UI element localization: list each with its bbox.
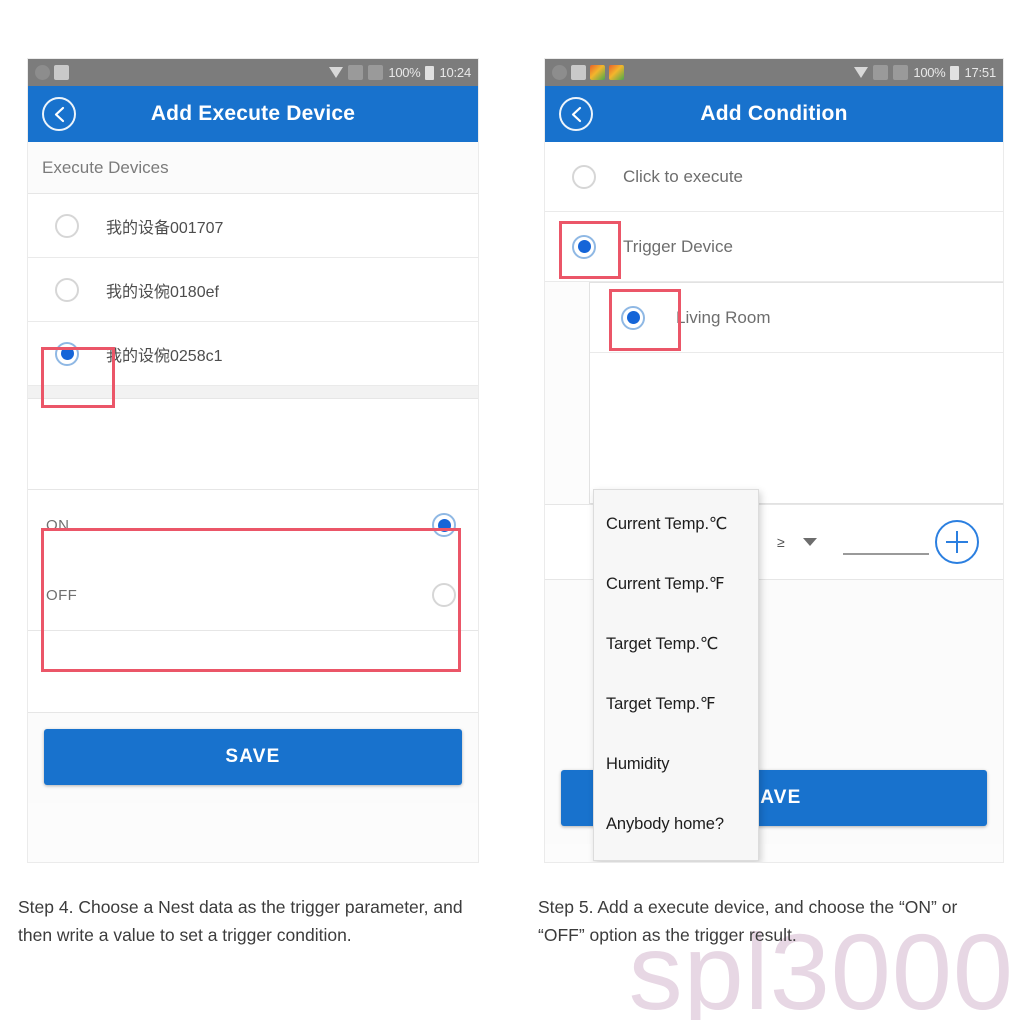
sd-card-icon	[348, 65, 364, 80]
operator-label: ≥	[777, 534, 785, 550]
parameter-dropdown-menu[interactable]: Current Temp.℃ Current Temp.℉ Target Tem…	[593, 489, 759, 861]
battery-icon	[425, 65, 435, 80]
radio-button-unselected[interactable]	[55, 213, 79, 238]
chevron-down-icon[interactable]	[802, 538, 817, 546]
right-status-bar: 100% 17:51	[545, 59, 1003, 86]
left-save-area: SAVE	[28, 713, 478, 803]
status-left-icons	[552, 65, 624, 80]
left-status-bar: 100% 10:24	[28, 59, 478, 86]
battery-percent-label: 100%	[913, 65, 946, 80]
condition-label: Trigger Device	[623, 236, 733, 256]
condition-label: Click to execute	[623, 166, 743, 186]
blank-card-top	[28, 398, 478, 490]
room-radio-wrap[interactable]	[590, 305, 676, 330]
condition-radio-wrap[interactable]	[545, 164, 623, 189]
device-list-item-selected[interactable]: 我的设倇0258c1	[28, 322, 478, 386]
blank-card-bottom	[28, 631, 478, 713]
state-option-label: OFF	[46, 586, 78, 604]
clock-label: 17:51	[964, 65, 996, 80]
rooms-empty-area	[590, 353, 1003, 503]
page-title: Add Condition	[700, 102, 848, 125]
radio-button-unselected[interactable]	[572, 164, 596, 189]
signal-icon	[368, 65, 384, 80]
status-left-icons	[35, 65, 69, 80]
radio-button-selected[interactable]	[55, 341, 79, 366]
screenshot-root: 100% 10:24 Add Execute Device Execute De…	[0, 0, 1020, 1020]
device-radio-wrap[interactable]	[28, 213, 106, 238]
condition-value-input[interactable]	[842, 529, 929, 555]
device-list-item[interactable]: 我的设倇0180ef	[28, 258, 478, 322]
device-radio-wrap[interactable]	[28, 277, 106, 302]
list-gap	[28, 386, 478, 398]
device-list-item[interactable]: 我的设备001707	[28, 194, 478, 258]
device-label: 我的设倇0180ef	[106, 283, 219, 301]
left-app-bar: Add Execute Device	[28, 86, 478, 142]
add-condition-button[interactable]	[935, 520, 979, 564]
rooms-card: Living Room	[589, 282, 1003, 504]
radio-button-selected[interactable]	[432, 513, 456, 537]
battery-percent-label: 100%	[388, 65, 421, 80]
app-icon	[590, 65, 605, 80]
condition-item-click-to-execute[interactable]: Click to execute	[545, 142, 1003, 212]
condition-radio-wrap[interactable]	[545, 234, 623, 259]
state-option-label: ON	[46, 516, 70, 534]
notification-icon	[552, 65, 567, 80]
room-list-item[interactable]: Living Room	[590, 283, 1003, 353]
clock-label: 10:24	[439, 65, 471, 80]
radio-button-selected[interactable]	[572, 234, 596, 259]
state-option-off[interactable]: OFF	[28, 560, 478, 630]
dropdown-item[interactable]: Target Temp.℉	[594, 674, 758, 734]
wifi-icon	[854, 67, 869, 78]
radio-button-selected[interactable]	[621, 305, 645, 330]
app-icon	[609, 65, 624, 80]
wifi-icon	[329, 67, 344, 78]
state-options-card: ON OFF	[28, 490, 478, 631]
save-button[interactable]: SAVE	[44, 729, 462, 785]
dropdown-item[interactable]: Current Temp.℉	[594, 554, 758, 614]
caption-step-4: Step 4. Choose a Nest data as the trigge…	[18, 897, 463, 946]
signal-icon	[893, 65, 909, 80]
device-label: 我的设备001707	[106, 219, 224, 237]
plus-icon-vertical	[955, 531, 959, 553]
screenshot-icon	[571, 65, 586, 80]
screenshot-icon	[54, 65, 69, 80]
status-right-icons: 100% 17:51	[854, 65, 996, 80]
dropdown-item[interactable]: Anybody home?	[594, 794, 758, 854]
radio-button-unselected[interactable]	[55, 277, 79, 302]
battery-icon	[950, 65, 960, 80]
right-phone-screenshot: 100% 17:51 Add Condition Click to execut…	[544, 58, 1004, 863]
device-radio-wrap[interactable]	[28, 341, 106, 366]
status-right-icons: 100% 10:24	[329, 65, 471, 80]
dropdown-item[interactable]: Current Temp.℃	[594, 494, 758, 554]
condition-item-trigger-device[interactable]: Trigger Device	[545, 212, 1003, 282]
dropdown-item[interactable]: Target Temp.℃	[594, 614, 758, 674]
page-title: Add Execute Device	[150, 102, 356, 125]
dropdown-item[interactable]: Humidity	[594, 734, 758, 794]
notification-icon	[35, 65, 50, 80]
left-phone-screenshot: 100% 10:24 Add Execute Device Execute De…	[27, 58, 479, 863]
execute-devices-section-header: Execute Devices	[28, 142, 478, 194]
sd-card-icon	[873, 65, 889, 80]
state-option-on[interactable]: ON	[28, 490, 478, 560]
operator-select[interactable]: ≥	[777, 534, 817, 550]
caption-step-5: Step 5. Add a execute device, and choose…	[538, 897, 958, 946]
right-app-bar: Add Condition	[545, 86, 1003, 142]
room-label: Living Room	[676, 307, 771, 327]
radio-button-unselected[interactable]	[432, 583, 456, 607]
device-label: 我的设倇0258c1	[106, 347, 223, 365]
